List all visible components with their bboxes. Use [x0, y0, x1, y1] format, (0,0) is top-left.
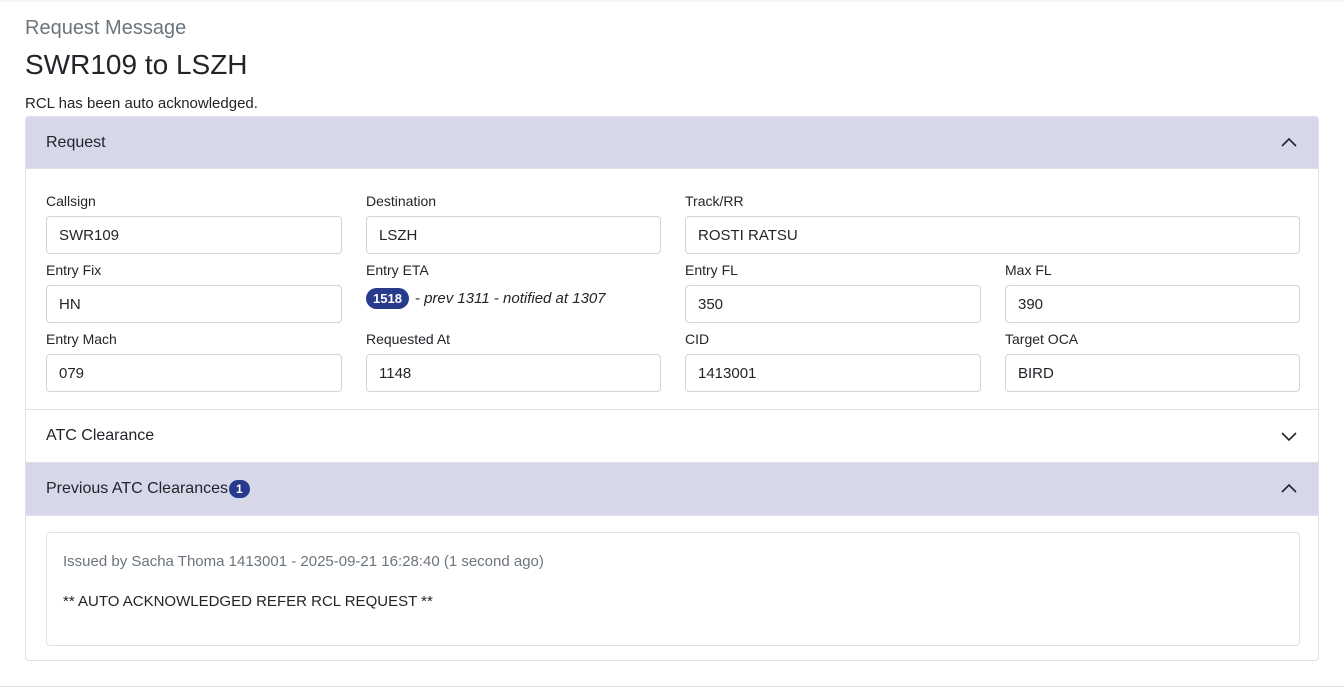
cid-label: CID: [685, 331, 710, 347]
request-accordion: Request Callsign Destination Track/RR En…: [25, 116, 1319, 661]
previous-clearances-accordion-header[interactable]: Previous ATC Clearances 1: [26, 462, 1318, 516]
chevron-up-icon[interactable]: [1280, 134, 1298, 152]
top-bar-shadow: [0, 0, 1344, 3]
chevron-down-icon[interactable]: [1280, 427, 1298, 445]
page-title: SWR109 to LSZH: [25, 49, 248, 80]
bottom-divider: [0, 686, 1344, 687]
request-header-label: Request: [46, 133, 106, 151]
target-oca-label: Target OCA: [1005, 331, 1079, 347]
entry-mach-input[interactable]: [46, 354, 342, 392]
entry-fl-input[interactable]: [685, 285, 981, 323]
track-label: Track/RR: [685, 193, 744, 209]
destination-label: Destination: [366, 193, 437, 209]
atc-clearance-header-label: ATC Clearance: [46, 427, 155, 444]
callsign-label: Callsign: [46, 193, 96, 209]
entry-fl-label: Entry FL: [685, 262, 738, 278]
request-accordion-header[interactable]: Request: [26, 117, 1318, 169]
entry-mach-label: Entry Mach: [46, 331, 117, 347]
requested-at-input[interactable]: [366, 354, 661, 392]
target-oca-input[interactable]: [1005, 354, 1300, 392]
max-fl-input[interactable]: [1005, 285, 1300, 323]
max-fl-label: Max FL: [1005, 262, 1052, 278]
entry-eta-detail: - prev 1311 - notified at 1307: [414, 290, 606, 307]
destination-input[interactable]: [366, 216, 661, 254]
entry-fix-input[interactable]: [46, 285, 342, 323]
cid-input[interactable]: [685, 354, 981, 392]
atc-clearance-accordion-header[interactable]: ATC Clearance: [26, 409, 1318, 462]
track-input[interactable]: [685, 216, 1300, 254]
requested-at-label: Requested At: [366, 331, 451, 347]
entry-eta-value: 1518 - prev 1311 - notified at 1307: [366, 288, 606, 309]
entry-eta-badge: 1518: [366, 288, 409, 309]
auto-ack-notice: RCL has been auto acknowledged.: [25, 95, 258, 112]
previous-clearance-card: Issued by Sacha Thoma 1413001 - 2025-09-…: [46, 532, 1300, 646]
entry-fix-label: Entry Fix: [46, 262, 102, 278]
previous-clearance-text: ** AUTO ACKNOWLEDGED REFER RCL REQUEST *…: [63, 593, 433, 610]
previous-clearances-header-label: Previous ATC Clearances: [46, 480, 228, 497]
previous-clearance-meta: Issued by Sacha Thoma 1413001 - 2025-09-…: [63, 553, 544, 570]
chevron-up-icon[interactable]: [1280, 480, 1298, 498]
previous-clearances-count-badge: 1: [229, 480, 250, 498]
callsign-input[interactable]: [46, 216, 342, 254]
entry-eta-label: Entry ETA: [366, 262, 429, 278]
page-subtitle: Request Message: [25, 17, 187, 39]
